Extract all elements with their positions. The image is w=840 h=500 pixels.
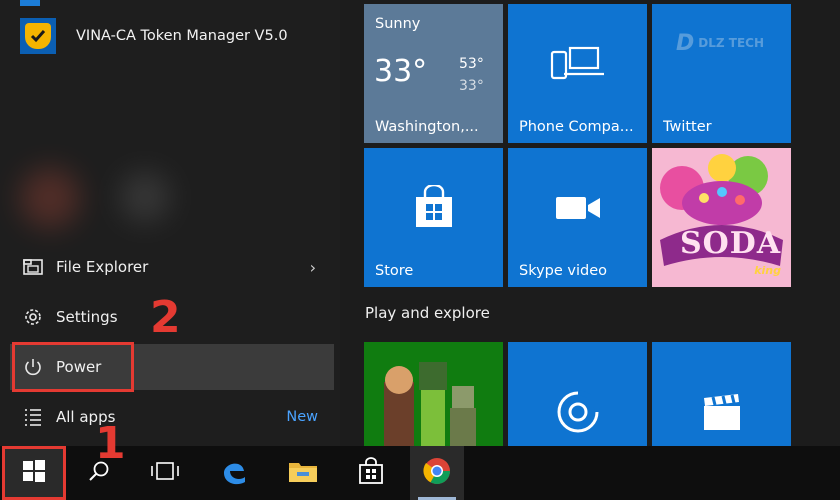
start-button[interactable] bbox=[2, 446, 66, 500]
phone-laptop-icon bbox=[508, 34, 647, 94]
candy-crush-king-text: king bbox=[754, 264, 781, 277]
tile-xbox[interactable] bbox=[364, 342, 503, 446]
weather-location: Washington,... bbox=[375, 119, 479, 135]
twitter-label: Twitter bbox=[663, 119, 712, 135]
file-explorer-label: File Explorer bbox=[56, 258, 149, 276]
taskbar-store-button[interactable] bbox=[344, 446, 398, 500]
list-icon bbox=[20, 404, 46, 430]
recent-app-vina-ca[interactable]: VINA-CA Token Manager V5.0 bbox=[20, 18, 330, 54]
tile-movies-tv[interactable] bbox=[652, 342, 791, 446]
callout-step-1: 1 bbox=[95, 418, 126, 469]
tile-candy-crush-soda[interactable]: SODA king bbox=[652, 148, 791, 287]
taskbar-edge-button[interactable] bbox=[207, 446, 261, 500]
taskbar-chrome-button[interactable] bbox=[410, 446, 464, 500]
tile-twitter[interactable]: Twitter bbox=[652, 4, 791, 143]
callout-step-2: 2 bbox=[150, 292, 181, 343]
left-item-all-apps[interactable]: All apps New bbox=[10, 394, 334, 440]
start-menu-left-pane: VINA-CA Token Manager V5.0 File Explorer… bbox=[0, 0, 340, 446]
taskbar-file-explorer-button[interactable] bbox=[276, 446, 330, 500]
blurred-app-icon bbox=[20, 168, 80, 228]
scrolled-tile-stub bbox=[20, 0, 40, 6]
weather-low: 33° bbox=[459, 78, 484, 94]
candy-crush-soda-text: SODA bbox=[680, 226, 782, 261]
gear-icon bbox=[20, 304, 46, 330]
video-camera-icon bbox=[508, 178, 647, 238]
tile-skype-video[interactable]: Skype video bbox=[508, 148, 647, 287]
xbox-avatars-artwork bbox=[384, 362, 476, 446]
tile-phone-companion[interactable]: Phone Compa... bbox=[508, 4, 647, 143]
section-title-play-and-explore: Play and explore bbox=[365, 304, 490, 322]
dlz-tech-watermark-logo: D DLZ TECH bbox=[676, 28, 796, 58]
task-view-icon bbox=[150, 460, 180, 486]
skype-video-label: Skype video bbox=[519, 263, 608, 279]
folder-icon bbox=[288, 458, 318, 488]
edge-icon bbox=[220, 457, 248, 489]
vina-ca-shield-icon bbox=[20, 18, 56, 54]
chevron-right-icon[interactable]: › bbox=[310, 258, 316, 277]
task-view-button[interactable] bbox=[138, 446, 192, 500]
left-item-file-explorer[interactable]: File Explorer › bbox=[10, 244, 334, 290]
blurred-app-icon bbox=[120, 172, 170, 222]
chrome-icon bbox=[422, 456, 452, 490]
weather-temperature: 33° bbox=[374, 54, 428, 89]
recent-app-label: VINA-CA Token Manager V5.0 bbox=[76, 28, 288, 44]
groove-disc-icon bbox=[508, 382, 647, 442]
phone-companion-label: Phone Compa... bbox=[519, 119, 634, 135]
folder-icon bbox=[20, 254, 46, 280]
store-label: Store bbox=[375, 263, 414, 279]
watermark-text: DLZ TECH bbox=[698, 36, 764, 50]
power-highlight-outline bbox=[12, 342, 134, 392]
weather-condition: Sunny bbox=[375, 16, 421, 32]
store-bag-icon bbox=[364, 178, 503, 238]
new-badge: New bbox=[286, 409, 318, 425]
store-bag-icon bbox=[358, 457, 384, 489]
tile-store[interactable]: Store bbox=[364, 148, 503, 287]
settings-label: Settings bbox=[56, 308, 118, 326]
tile-weather[interactable]: Sunny 33° 53° 33° Washington,... bbox=[364, 4, 503, 143]
watermark-mark: D bbox=[676, 30, 695, 56]
weather-high: 53° bbox=[459, 56, 484, 72]
windows-logo-icon bbox=[23, 460, 45, 486]
taskbar: 1 bbox=[0, 422, 840, 500]
clapperboard-icon bbox=[652, 382, 791, 442]
tile-groove-music[interactable] bbox=[508, 342, 647, 446]
